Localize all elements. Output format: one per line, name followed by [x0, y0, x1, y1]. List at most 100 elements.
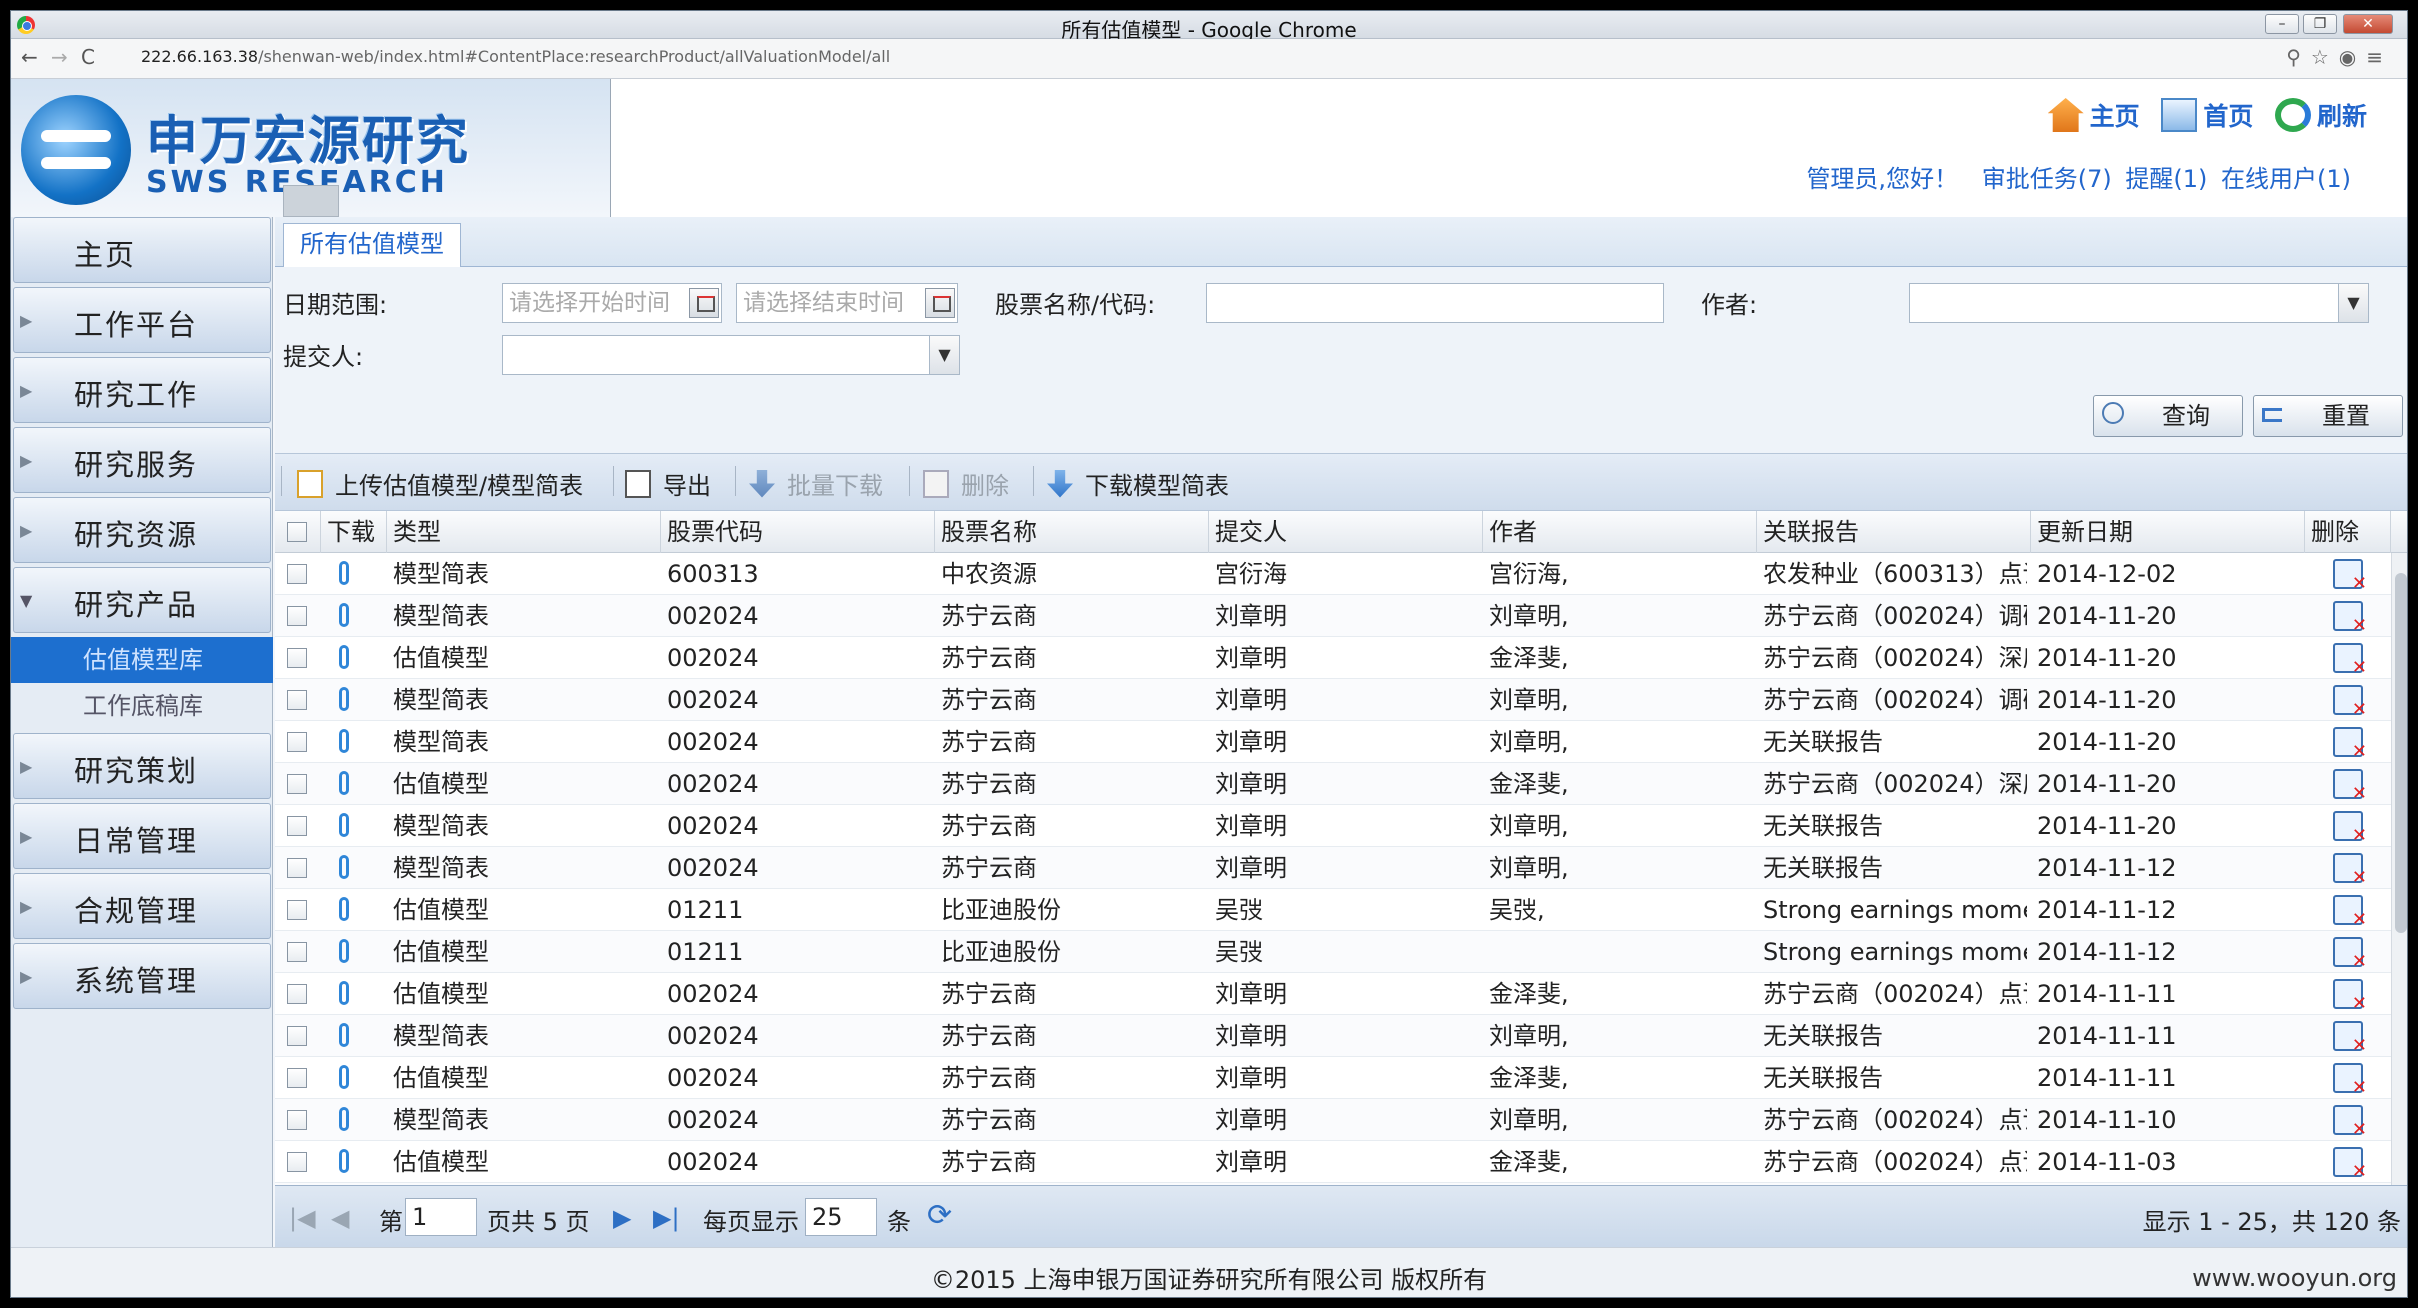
sidebar-item-research-products[interactable]: ▼ 研究产品: [13, 567, 271, 633]
sidebar-item-daily-management[interactable]: ▶ 日常管理: [13, 803, 271, 869]
col-author[interactable]: 作者: [1483, 511, 1757, 553]
sidebar-subitem-working-papers[interactable]: 工作底稿库: [11, 683, 273, 729]
delete-row-icon[interactable]: [2333, 685, 2367, 719]
delete-row-icon[interactable]: [2333, 811, 2367, 845]
row-checkbox[interactable]: [287, 732, 307, 752]
delete-row-icon[interactable]: [2333, 601, 2367, 635]
chevron-down-icon[interactable]: ▼: [2338, 284, 2368, 322]
download-brief-button[interactable]: 下载模型简表: [1047, 466, 1229, 501]
stock-input[interactable]: [1206, 283, 1664, 323]
per-page-input[interactable]: 25: [805, 1198, 877, 1236]
sidebar-item-workbench[interactable]: ▶ 工作平台: [13, 287, 271, 353]
row-checkbox[interactable]: [287, 648, 307, 668]
table-row[interactable]: 模型简表 002024 苏宁云商 刘章明 刘章明, 无关联报告 2014-11-12: [275, 847, 2391, 889]
table-row[interactable]: 估值模型 002024 苏宁云商 刘章明 金泽斐, 苏宁云商（002024）点评 2014-…: [275, 1141, 2391, 1183]
delete-row-icon[interactable]: [2333, 1147, 2367, 1181]
desktop-link[interactable]: 首页: [2161, 97, 2253, 133]
delete-row-icon[interactable]: [2333, 727, 2367, 761]
table-row[interactable]: 模型简表 002024 苏宁云商 刘章明 刘章明, 无关联报告 2014-11-11: [275, 1015, 2391, 1057]
maximize-button[interactable]: ❐: [2303, 14, 2337, 34]
attachment-download-icon[interactable]: [339, 687, 349, 711]
row-checkbox[interactable]: [287, 816, 307, 836]
row-checkbox[interactable]: [287, 1068, 307, 1088]
attachment-download-icon[interactable]: [339, 1149, 349, 1173]
col-update-date[interactable]: 更新日期: [2031, 511, 2305, 553]
attachment-download-icon[interactable]: [339, 1065, 349, 1089]
table-row[interactable]: 模型简表 002024 苏宁云商 刘章明 刘章明, 苏宁云商（002024）点评 2014-…: [275, 1099, 2391, 1141]
start-date-input[interactable]: 请选择开始时间: [502, 283, 722, 323]
attachment-download-icon[interactable]: [339, 561, 349, 585]
query-button[interactable]: 查询: [2093, 395, 2243, 437]
table-row[interactable]: 估值模型 002024 苏宁云商 刘章明 金泽斐, 苏宁云商（002024）点评 2014-…: [275, 973, 2391, 1015]
col-related-report[interactable]: 关联报告: [1757, 511, 2031, 553]
row-checkbox[interactable]: [287, 606, 307, 626]
table-row[interactable]: 模型简表 002024 苏宁云商 刘章明 刘章明, 无关联报告 2014-11-20: [275, 721, 2391, 763]
refresh-icon[interactable]: ⟳: [927, 1198, 952, 1233]
attachment-download-icon[interactable]: [339, 771, 349, 795]
delete-row-icon[interactable]: [2333, 1021, 2367, 1055]
sidebar-item-research-service[interactable]: ▶ 研究服务: [13, 427, 271, 493]
author-select[interactable]: ▼: [1909, 283, 2369, 323]
row-checkbox[interactable]: [287, 564, 307, 584]
chevron-down-icon[interactable]: ▼: [929, 336, 959, 374]
attachment-download-icon[interactable]: [339, 645, 349, 669]
vertical-scrollbar[interactable]: [2391, 553, 2407, 1185]
row-checkbox[interactable]: [287, 774, 307, 794]
end-date-input[interactable]: 请选择结束时间: [736, 283, 958, 323]
page-number-input[interactable]: 1: [405, 1198, 477, 1236]
calendar-icon[interactable]: [689, 288, 719, 318]
delete-row-icon[interactable]: [2333, 559, 2367, 593]
tab-all-valuation-models[interactable]: 所有估值模型: [283, 223, 461, 267]
sidebar-subitem-valuation-models[interactable]: 估值模型库: [11, 637, 273, 683]
table-row[interactable]: 模型简表 002024 苏宁云商 刘章明 刘章明, 无关联报告 2014-11-20: [275, 805, 2391, 847]
sidebar-item-compliance[interactable]: ▶ 合规管理: [13, 873, 271, 939]
table-row[interactable]: 估值模型 01211 比亚迪股份 吴弢 吴弢, Strong earnings momen…: [275, 889, 2391, 931]
minimize-button[interactable]: –: [2265, 14, 2299, 34]
calendar-icon[interactable]: [925, 288, 955, 318]
attachment-download-icon[interactable]: [339, 1107, 349, 1131]
online-users-link[interactable]: 在线用户(1): [2221, 165, 2351, 193]
select-all-checkbox[interactable]: [287, 522, 307, 542]
back-icon[interactable]: ←: [21, 45, 38, 69]
row-checkbox[interactable]: [287, 900, 307, 920]
submitter-select[interactable]: ▼: [502, 335, 960, 375]
scrollbar-thumb[interactable]: [2395, 573, 2407, 933]
delete-row-icon[interactable]: [2333, 937, 2367, 971]
sidebar-item-research-work[interactable]: ▶ 研究工作: [13, 357, 271, 423]
delete-button[interactable]: 删除: [923, 466, 1009, 501]
delete-row-icon[interactable]: [2333, 979, 2367, 1013]
delete-row-icon[interactable]: [2333, 1105, 2367, 1139]
sidebar-item-home[interactable]: 主页: [13, 217, 271, 283]
attachment-download-icon[interactable]: [339, 939, 349, 963]
table-row[interactable]: 模型简表 002024 苏宁云商 刘章明 刘章明, 苏宁云商（002024）调研 2014-…: [275, 679, 2391, 721]
table-row[interactable]: 估值模型 002024 苏宁云商 刘章明 金泽斐, 苏宁云商（002024）深度 2014-…: [275, 763, 2391, 805]
reminder-link[interactable]: 提醒(1): [2125, 165, 2207, 193]
col-stock-name[interactable]: 股票名称: [935, 511, 1209, 553]
approval-tasks-link[interactable]: 审批任务(7): [1982, 165, 2112, 193]
row-checkbox[interactable]: [287, 858, 307, 878]
row-checkbox[interactable]: [287, 690, 307, 710]
attachment-download-icon[interactable]: [339, 729, 349, 753]
table-row[interactable]: 模型简表 600313 中农资源 宫衍海 宫衍海, 农发种业（600313）点评 2014-…: [275, 553, 2391, 595]
col-submitter[interactable]: 提交人: [1209, 511, 1483, 553]
reset-button[interactable]: 重置: [2253, 395, 2403, 437]
row-checkbox[interactable]: [287, 1152, 307, 1172]
first-page-icon[interactable]: |◀: [289, 1204, 316, 1232]
prev-page-icon[interactable]: ◀: [331, 1204, 349, 1232]
row-checkbox[interactable]: [287, 984, 307, 1004]
home-link[interactable]: 主页: [2047, 97, 2140, 133]
row-checkbox[interactable]: [287, 1026, 307, 1046]
delete-row-icon[interactable]: [2333, 1063, 2367, 1097]
forward-icon[interactable]: →: [51, 45, 68, 69]
table-row[interactable]: 估值模型 002024 苏宁云商 刘章明 金泽斐, 无关联报告 2014-11-11: [275, 1057, 2391, 1099]
batch-download-button[interactable]: 批量下载: [749, 466, 883, 501]
next-page-icon[interactable]: ▶: [613, 1204, 631, 1232]
attachment-download-icon[interactable]: [339, 603, 349, 627]
last-page-icon[interactable]: ▶|: [653, 1204, 680, 1232]
delete-row-icon[interactable]: [2333, 895, 2367, 929]
attachment-download-icon[interactable]: [339, 1023, 349, 1047]
table-row[interactable]: 模型简表 002024 苏宁云商 刘章明 刘章明, 苏宁云商（002024）调研 2014-…: [275, 595, 2391, 637]
sidebar-item-system[interactable]: ▶ 系统管理: [13, 943, 271, 1009]
export-button[interactable]: 导出: [625, 466, 711, 501]
delete-row-icon[interactable]: [2333, 769, 2367, 803]
